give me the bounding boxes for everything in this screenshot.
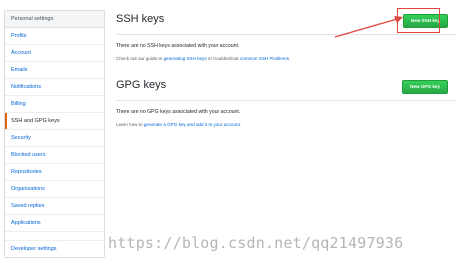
common-ssh-problems-link[interactable]: common SSH Problems	[240, 56, 289, 61]
ssh-help-suffix: .	[288, 56, 291, 61]
sidebar-item-billing[interactable]: Billing	[5, 96, 104, 113]
new-ssh-key-button[interactable]: New SSH key	[402, 14, 448, 28]
ssh-keys-title: SSH keys	[116, 13, 165, 25]
settings-sidebar: Personal settings Profile Account Emails…	[4, 10, 105, 258]
ssh-empty-text: There are no SSH keys associated with yo…	[116, 43, 240, 49]
gpg-help-prefix: Learn how to	[116, 122, 144, 127]
sidebar-item-repositories[interactable]: Repositories	[5, 164, 104, 181]
sidebar-heading: Personal settings	[5, 11, 104, 28]
ssh-help-prefix: Check out our guide to	[116, 56, 164, 61]
sidebar-item-applications[interactable]: Applications	[5, 215, 104, 232]
ssh-help-mid: or troubleshoot	[206, 56, 240, 61]
sidebar-item-notifications[interactable]: Notifications	[5, 79, 104, 96]
sidebar-item-developer-settings[interactable]: Developer settings	[5, 241, 104, 258]
sidebar-item-security[interactable]: Security	[5, 130, 104, 147]
watermark-text: https://blog.csdn.net/qq21497936	[108, 234, 404, 252]
gpg-section-header: GPG keys New GPG key	[116, 76, 456, 101]
sidebar-item-emails[interactable]: Emails	[5, 62, 104, 79]
gpg-empty-text: There are no GPG keys associated with yo…	[116, 109, 241, 115]
ssh-help-text: Check out our guide to generating SSH ke…	[116, 55, 456, 62]
annotation-arrow-icon	[334, 16, 403, 38]
gpg-keys-section: GPG keys New GPG key There are no GPG ke…	[116, 76, 456, 128]
sidebar-item-profile[interactable]: Profile	[5, 28, 104, 45]
ssh-keys-section: SSH keys New SSH key There are no SSH ke…	[116, 10, 456, 62]
sidebar-divider	[5, 232, 104, 241]
ssh-section-header: SSH keys New SSH key	[116, 10, 456, 35]
sidebar-item-account[interactable]: Account	[5, 45, 104, 62]
sidebar-item-organizations[interactable]: Organizations	[5, 181, 104, 198]
gpg-help-text: Learn how to generate a GPG key and add …	[116, 121, 456, 128]
gpg-keys-title: GPG keys	[116, 79, 167, 91]
keys-main: SSH keys New SSH key There are no SSH ke…	[116, 10, 456, 128]
new-gpg-key-button[interactable]: New GPG key	[402, 80, 448, 94]
gpg-help-suffix: .	[239, 122, 242, 127]
sidebar-item-saved-replies[interactable]: Saved replies	[5, 198, 104, 215]
sidebar-item-blocked-users[interactable]: Blocked users	[5, 147, 104, 164]
generating-ssh-keys-link[interactable]: generating SSH keys	[164, 56, 207, 61]
sidebar-item-ssh-gpg-keys[interactable]: SSH and GPG keys	[5, 113, 104, 130]
generate-gpg-key-link[interactable]: generate a GPG key and add it to your ac…	[144, 122, 240, 127]
